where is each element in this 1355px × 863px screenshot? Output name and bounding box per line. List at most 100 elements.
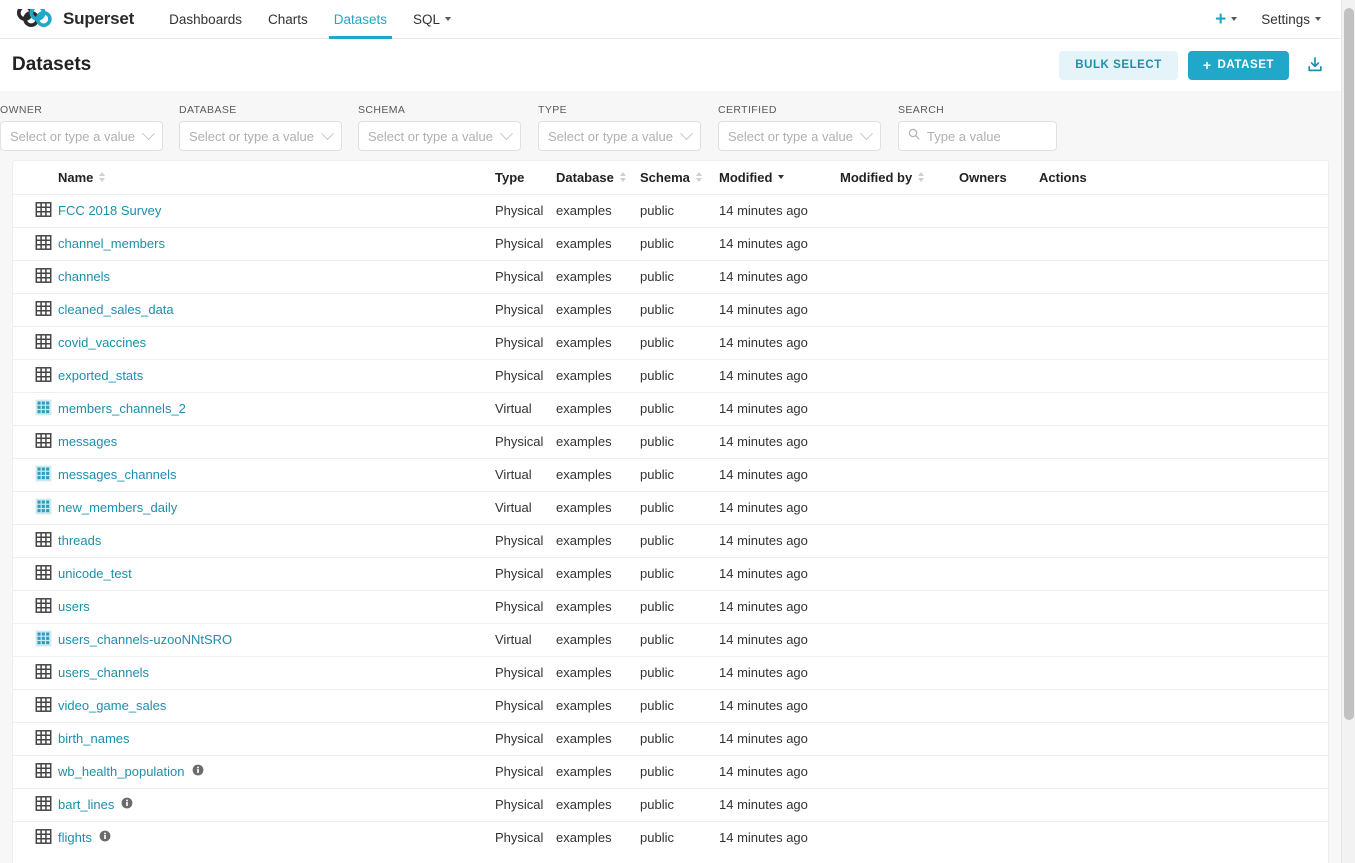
search-input[interactable] xyxy=(927,128,1103,144)
dataset-link[interactable]: threads xyxy=(58,533,101,548)
table-row[interactable]: messages Physical examples public 14 minutes… xyxy=(13,425,1328,458)
table-row[interactable]: users_channels-uzooNNtSRO Virtual examples… xyxy=(13,623,1328,656)
row-actions-cell[interactable] xyxy=(1039,656,1328,689)
dataset-link[interactable]: covid_vaccines xyxy=(58,335,146,350)
row-actions-cell[interactable] xyxy=(1039,425,1328,458)
row-actions-cell[interactable] xyxy=(1039,788,1328,821)
sort-icon[interactable] xyxy=(918,172,925,183)
row-schema-cell: public xyxy=(640,533,674,548)
row-actions-cell[interactable] xyxy=(1039,326,1328,359)
row-actions-cell[interactable] xyxy=(1039,359,1328,392)
row-name-cell: FCC 2018 Survey xyxy=(58,194,495,227)
table-row[interactable]: exported_stats Physical examples public 14 m… xyxy=(13,359,1328,392)
search-label: SEARCH xyxy=(898,104,945,116)
sort-icon[interactable] xyxy=(99,172,106,183)
filter-database-select[interactable]: Select or type a value xyxy=(179,121,342,151)
dataset-link[interactable]: exported_stats xyxy=(58,368,143,383)
dataset-link[interactable]: users_channels xyxy=(58,665,149,680)
settings-menu-button[interactable]: Settings xyxy=(1247,12,1327,27)
row-actions-cell[interactable] xyxy=(1039,722,1328,755)
certified-info-icon[interactable] xyxy=(121,797,133,812)
dataset-link[interactable]: FCC 2018 Survey xyxy=(58,203,161,218)
table-row[interactable]: users Physical examples public 14 minutes ag… xyxy=(13,590,1328,623)
table-header-row: Name Type Database Schema Modified Modif… xyxy=(13,161,1328,194)
table-row[interactable]: unicode_test Physical examples public 14 min… xyxy=(13,557,1328,590)
table-row[interactable]: threads Physical examples public 14 minutes … xyxy=(13,524,1328,557)
row-actions-cell[interactable] xyxy=(1039,260,1328,293)
table-row[interactable]: video_game_sales Physical examples public 14… xyxy=(13,689,1328,722)
filter-schema-select[interactable]: Select or type a value xyxy=(358,121,521,151)
nav-item-sql[interactable]: SQL xyxy=(400,0,464,39)
row-actions-cell[interactable] xyxy=(1039,194,1328,227)
table-row[interactable]: covid_vaccines Physical examples public 14 m… xyxy=(13,326,1328,359)
table-row[interactable]: cleaned_sales_data Physical examples public… xyxy=(13,293,1328,326)
table-row[interactable]: flights Physical examples public 14 minutes … xyxy=(13,821,1328,854)
dataset-link[interactable]: new_members_daily xyxy=(58,500,177,515)
sort-desc-icon[interactable] xyxy=(778,175,785,180)
row-modified-cell: 14 minutes ago xyxy=(719,401,808,416)
row-actions-cell[interactable] xyxy=(1039,590,1328,623)
certified-info-icon[interactable] xyxy=(192,764,204,779)
row-type-cell: Virtual xyxy=(495,500,532,515)
add-dataset-button[interactable]: + DATASET xyxy=(1187,50,1289,80)
nav-item-charts[interactable]: Charts xyxy=(255,0,321,39)
dataset-link[interactable]: bart_lines xyxy=(58,797,114,812)
dataset-link[interactable]: unicode_test xyxy=(58,566,132,581)
row-actions-cell[interactable] xyxy=(1039,689,1328,722)
dataset-link[interactable]: channels xyxy=(58,269,110,284)
download-icon[interactable] xyxy=(1305,55,1325,75)
dataset-link[interactable]: cleaned_sales_data xyxy=(58,302,174,317)
table-row[interactable]: messages_channels Virtual examples public 14… xyxy=(13,458,1328,491)
sort-icon[interactable] xyxy=(695,172,702,183)
nav-item-datasets[interactable]: Datasets xyxy=(321,0,400,39)
table-row[interactable]: new_members_daily Virtual examples public 14… xyxy=(13,491,1328,524)
row-actions-cell[interactable] xyxy=(1039,293,1328,326)
row-actions-cell[interactable] xyxy=(1039,755,1328,788)
column-header-name[interactable]: Name xyxy=(58,161,495,194)
search-box[interactable] xyxy=(898,121,1103,151)
dataset-link[interactable]: messages xyxy=(58,434,117,449)
filter-certified-select[interactable]: Select or type a value xyxy=(718,121,881,151)
row-actions-cell[interactable] xyxy=(1039,821,1328,854)
dataset-link[interactable]: messages_channels xyxy=(58,467,177,482)
new-menu-button[interactable]: + xyxy=(1205,10,1247,29)
row-actions-cell[interactable] xyxy=(1039,491,1328,524)
bulk-select-button[interactable]: BULK SELECT xyxy=(1059,50,1178,80)
table-row[interactable]: wb_health_population Physical examples publ… xyxy=(13,755,1328,788)
page-title: Datasets xyxy=(12,54,92,75)
dataset-link[interactable]: users xyxy=(58,599,90,614)
dataset-link[interactable]: birth_names xyxy=(58,731,130,746)
certified-info-icon[interactable] xyxy=(99,830,111,845)
row-actions-cell[interactable] xyxy=(1039,524,1328,557)
table-row[interactable]: channels Physical examples public 14 minutes… xyxy=(13,260,1328,293)
table-row[interactable]: bart_lines Physical examples public 14 minut… xyxy=(13,788,1328,821)
table-row[interactable]: channel_members Physical examples public 14 … xyxy=(13,227,1328,260)
filter-type-select[interactable]: Select or type a value xyxy=(538,121,701,151)
dataset-link[interactable]: flights xyxy=(58,830,92,845)
dataset-link[interactable]: channel_members xyxy=(58,236,165,251)
table-row[interactable]: users_channels Physical examples public 14 m… xyxy=(13,656,1328,689)
nav-item-dashboards[interactable]: Dashboards xyxy=(156,0,255,39)
filter-owner-select[interactable]: Select or type a value xyxy=(0,121,163,151)
sort-icon[interactable] xyxy=(619,172,626,183)
column-header-schema[interactable]: Schema xyxy=(640,161,719,194)
table-row[interactable]: members_channels_2 Virtual examples public 1… xyxy=(13,392,1328,425)
column-header-database[interactable]: Database xyxy=(556,161,640,194)
page-scrollbar[interactable] xyxy=(1341,0,1355,863)
dataset-link[interactable]: wb_health_population xyxy=(58,764,185,779)
table-row[interactable]: FCC 2018 Survey Physical examples public 14 … xyxy=(13,194,1328,227)
brand[interactable]: Superset xyxy=(14,4,134,29)
row-actions-cell[interactable] xyxy=(1039,458,1328,491)
row-actions-cell[interactable] xyxy=(1039,227,1328,260)
dataset-link[interactable]: users_channels-uzooNNtSRO xyxy=(58,632,232,647)
table-row[interactable]: birth_names Physical examples public 14 minu… xyxy=(13,722,1328,755)
row-actions-cell[interactable] xyxy=(1039,392,1328,425)
row-actions-cell[interactable] xyxy=(1039,557,1328,590)
dataset-link[interactable]: video_game_sales xyxy=(58,698,166,713)
page-scrollbar-thumb[interactable] xyxy=(1344,8,1354,720)
column-header-modified-by[interactable]: Modified by xyxy=(840,161,959,194)
row-actions-cell[interactable] xyxy=(1039,623,1328,656)
dataset-link[interactable]: members_channels_2 xyxy=(58,401,186,416)
datasets-table-card: Name Type Database Schema Modified Modif… xyxy=(12,160,1329,863)
column-header-modified[interactable]: Modified xyxy=(719,161,840,194)
